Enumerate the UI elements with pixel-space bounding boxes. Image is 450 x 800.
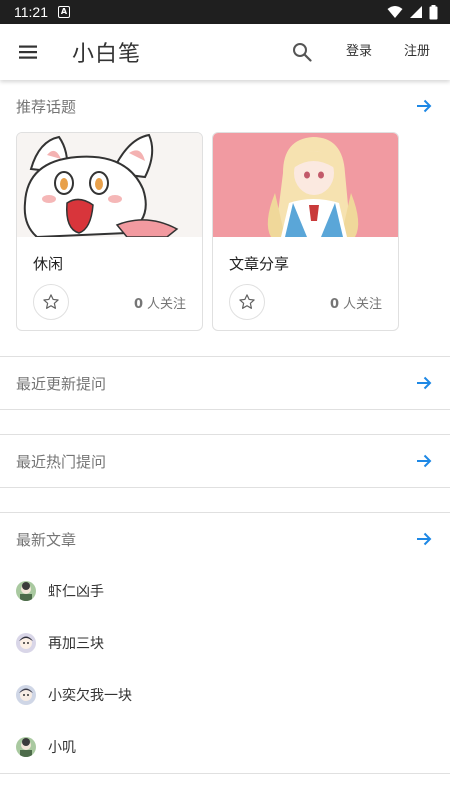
arrow-right-icon — [417, 376, 432, 390]
register-button[interactable]: 注册 — [390, 24, 444, 80]
search-button[interactable] — [282, 24, 322, 80]
star-outline-icon — [239, 294, 255, 309]
article-item[interactable]: 虾仁凶手 — [0, 565, 450, 617]
follower-suffix: 人关注 — [342, 296, 382, 312]
section-title: 推荐话题 — [16, 97, 77, 116]
topic-title: 休闲 — [33, 255, 64, 273]
article-author: 小奕欠我一块 — [48, 688, 132, 704]
topic-cards: 休闲 0 人关注 文章分享 0 人关注 — [0, 132, 450, 332]
topic-title: 文章分享 — [229, 255, 290, 273]
menu-button[interactable] — [0, 24, 56, 80]
section-title: 最近热门提问 — [16, 452, 107, 471]
article-author: 再加三块 — [48, 636, 104, 652]
status-bar: 11:21 A — [0, 0, 450, 24]
article-author: 小叽 — [48, 740, 76, 756]
avatar — [16, 633, 36, 653]
status-icons — [387, 4, 438, 20]
app-bar: 小白笔 登录 注册 — [0, 24, 450, 80]
topic-footer: 0 人关注 — [229, 284, 382, 320]
topic-footer: 0 人关注 — [33, 284, 186, 320]
recent-updated-header[interactable]: 最近更新提问 — [0, 357, 450, 409]
signal-icon — [410, 6, 422, 18]
avatar — [16, 737, 36, 757]
topic-card[interactable]: 文章分享 0 人关注 — [212, 132, 399, 331]
article-author: 虾仁凶手 — [48, 584, 104, 600]
article-item[interactable]: 小叽 — [0, 721, 450, 773]
arrow-right-icon — [417, 454, 432, 468]
section-title: 最近更新提问 — [16, 374, 107, 393]
app-title: 小白笔 — [72, 42, 142, 67]
recent-hot-header[interactable]: 最近热门提问 — [0, 435, 450, 487]
recent-updated-more-button[interactable] — [414, 373, 434, 393]
main-content: 推荐话题 休闲 0 人关注 文章分享 0 人关注 最近更新提问 最近热门提问 最… — [0, 80, 450, 774]
follower-count: 0 人关注 — [330, 293, 382, 312]
recommended-topics-header[interactable]: 推荐话题 — [0, 80, 450, 132]
recent-hot-more-button[interactable] — [414, 451, 434, 471]
notification-icon: A — [58, 6, 70, 18]
hamburger-menu-icon — [19, 45, 37, 59]
article-item[interactable]: 小奕欠我一块 — [0, 669, 450, 721]
avatar — [16, 685, 36, 705]
latest-articles-more-button[interactable] — [414, 529, 434, 549]
article-item[interactable]: 再加三块 — [0, 617, 450, 669]
topic-image — [17, 133, 202, 237]
topic-card[interactable]: 休闲 0 人关注 — [16, 132, 203, 331]
recommended-more-button[interactable] — [414, 96, 434, 116]
arrow-right-icon — [417, 99, 432, 113]
follower-number: 0 — [329, 296, 339, 312]
status-time: 11:21 — [14, 4, 48, 20]
login-button[interactable]: 登录 — [332, 24, 386, 80]
latest-articles-header[interactable]: 最新文章 — [0, 513, 450, 565]
star-outline-icon — [43, 294, 59, 309]
divider — [0, 773, 450, 774]
follower-number: 0 — [133, 296, 143, 312]
topic-image — [213, 133, 398, 237]
arrow-right-icon — [417, 532, 432, 546]
battery-icon — [429, 4, 438, 19]
search-icon — [292, 43, 312, 62]
follower-suffix: 人关注 — [146, 296, 186, 312]
follow-star-button[interactable] — [33, 284, 69, 320]
follower-count: 0 人关注 — [134, 293, 186, 312]
avatar — [16, 581, 36, 601]
follow-star-button[interactable] — [229, 284, 265, 320]
wifi-icon — [387, 6, 403, 18]
section-title: 最新文章 — [16, 530, 77, 549]
